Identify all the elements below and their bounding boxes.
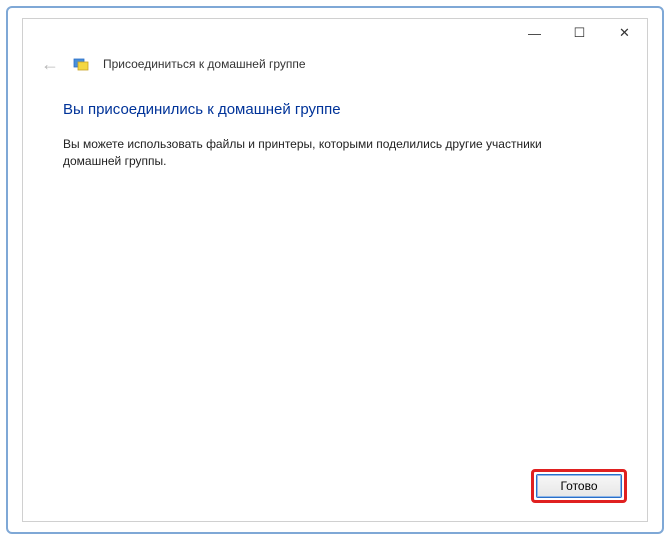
dialog-window: — ☐ ✕ ← Присоединиться к домашней группе… [22,18,648,522]
window-controls: — ☐ ✕ [512,19,647,47]
page-heading: Вы присоединились к домашней группе [63,101,607,118]
back-arrow-icon[interactable]: ← [41,55,59,73]
body-text: Вы можете использовать файлы и принтеры,… [63,136,583,171]
content-area: Вы присоединились к домашней группе Вы м… [23,83,647,457]
titlebar: — ☐ ✕ [23,19,647,51]
done-button-highlight: Готово [531,469,627,503]
footer: Готово [23,457,647,521]
homegroup-icon [73,56,89,72]
minimize-button[interactable]: — [512,19,557,47]
dialog-title: Присоединиться к домашней группе [103,57,306,71]
maximize-button[interactable]: ☐ [557,19,602,47]
header-row: ← Присоединиться к домашней группе [23,51,647,83]
done-button[interactable]: Готово [536,474,622,498]
close-button[interactable]: ✕ [602,19,647,47]
